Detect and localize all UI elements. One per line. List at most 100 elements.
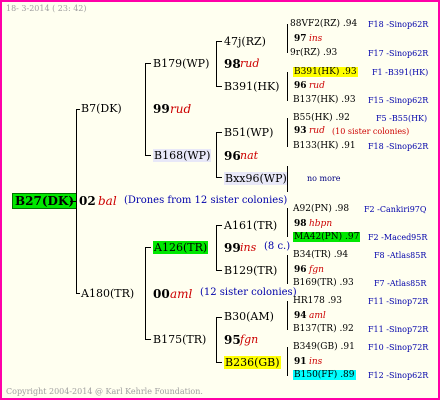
a180-year: 00 xyxy=(153,287,170,301)
queen-a126-label: A126(TR) xyxy=(153,241,209,254)
a161-year: 98 xyxy=(294,219,307,229)
gen4-name: B55(HK) xyxy=(293,113,333,123)
queen-b236-label: B236(GB) xyxy=(224,356,281,369)
a126-year: 99 xyxy=(224,241,241,255)
gen4-row[interactable]: HR178 .93 xyxy=(293,297,342,306)
gen4-val: .97 xyxy=(345,232,360,242)
gen4-sire[interactable]: F18 -Sinop62R xyxy=(368,143,428,151)
gen4-sire[interactable]: F18 -Sinop62R xyxy=(368,21,428,29)
gen4-name: B137(HK) xyxy=(293,95,339,105)
b30-year: 94 xyxy=(294,311,307,321)
gen4-val: .91 xyxy=(340,342,355,352)
gen4-val: .94 xyxy=(333,250,349,260)
root-queen[interactable]: B27(DK) xyxy=(12,193,78,209)
gen4-row[interactable]: B349(GB) .91 xyxy=(293,343,355,352)
root-tag: bal xyxy=(98,194,117,208)
gen4-sire[interactable]: F1 -B391(HK) xyxy=(372,69,428,77)
gen4-name: B133(HK) xyxy=(293,141,339,151)
queen-b30[interactable]: B30(AM) xyxy=(224,311,274,322)
a180-tag: aml xyxy=(170,287,193,301)
connector xyxy=(287,24,288,53)
gen4-val: .93 xyxy=(327,296,343,306)
connector xyxy=(287,255,288,284)
b179-year: 98 xyxy=(224,57,241,71)
connector xyxy=(216,177,222,178)
queen-bxx96-label: Bxx96(WP) xyxy=(224,172,288,185)
gen4-name: HR178 xyxy=(293,296,325,306)
b7-tag: rud xyxy=(170,102,192,116)
connector xyxy=(216,225,217,271)
b129-year: 96 xyxy=(294,265,307,275)
root-note: (Drones from 12 sister colonies) xyxy=(124,195,288,206)
b7-year: 99 xyxy=(153,102,170,116)
gen4-row[interactable]: A92(PN) .98 xyxy=(293,205,349,214)
connector xyxy=(145,247,146,340)
date-stamp: 18- 3-2014 ( 23: 42) xyxy=(6,4,87,13)
gen4-name: B137(TR) xyxy=(293,324,337,334)
queen-b168[interactable]: B168(WP) xyxy=(153,149,212,162)
connector xyxy=(145,339,151,340)
queen-bxx96[interactable]: Bxx96(WP) xyxy=(224,172,288,185)
gen4-name: 88VF2(RZ) xyxy=(290,19,340,29)
gen4-name: B34(TR) xyxy=(293,250,331,260)
gen4-val: .93 xyxy=(342,67,357,77)
connector xyxy=(145,63,146,156)
gen4-sire[interactable]: F7 -Atlas85R xyxy=(374,280,426,288)
a126-note: (8 c.) xyxy=(264,241,291,252)
b30-tag: aml xyxy=(309,311,326,321)
b175-tag: fgn xyxy=(240,333,259,346)
connector xyxy=(216,362,222,363)
connector xyxy=(287,301,288,330)
gen4-sire[interactable]: F17 -Sinop62R xyxy=(368,50,428,58)
root-year: 02 xyxy=(79,194,96,208)
queen-b168-label: B168(WP) xyxy=(153,149,212,162)
connector xyxy=(216,41,217,87)
queen-a180[interactable]: A180(TR) xyxy=(81,288,134,299)
gen4-row[interactable]: B133(HK) .91 xyxy=(293,142,356,151)
queen-a126[interactable]: A126(TR) xyxy=(153,241,209,254)
connector xyxy=(287,347,288,376)
gen4-val: .98 xyxy=(334,204,350,214)
connector xyxy=(145,155,151,156)
a161-tag: hbpn xyxy=(309,219,333,229)
gen4-row[interactable]: B55(HK) .92 xyxy=(293,114,350,123)
gen4-row[interactable]: B137(HK) .93 xyxy=(293,96,356,105)
gen4-sire[interactable]: F5 -B55(HK) xyxy=(376,115,427,123)
gen4-val: .92 xyxy=(339,324,354,334)
gen4-row[interactable]: 88VF2(RZ) .94 xyxy=(290,20,357,29)
queen-b391[interactable]: B391(HK) xyxy=(224,81,279,92)
gen4-row[interactable]: B169(TR) .93 xyxy=(293,279,354,288)
connector xyxy=(287,118,288,147)
queen-47j[interactable]: 47j(RZ) xyxy=(224,36,266,47)
queen-a161[interactable]: A161(TR) xyxy=(224,220,277,231)
gen4-sire[interactable]: F11 -Sinop72R xyxy=(368,326,428,334)
gen4-row[interactable]: 9r(RZ) .93 xyxy=(290,49,337,58)
queen-b179[interactable]: B179(WP) xyxy=(153,58,209,69)
gen4-row[interactable]: MA42(PN) .97 xyxy=(293,232,361,242)
gen4-sire[interactable]: F2 -Cankiri97Q xyxy=(364,206,426,214)
gen4-sire[interactable]: F11 -Sinop72R xyxy=(368,298,428,306)
47j-year: 97 xyxy=(294,34,307,44)
gen4-row[interactable]: B34(TR) .94 xyxy=(293,251,348,260)
gen4-sire[interactable]: F2 -Maced95R xyxy=(368,234,427,242)
gen4-sire[interactable]: F12 -Sinop62R xyxy=(368,372,428,380)
gen4-name: B169(TR) xyxy=(293,278,337,288)
gen4-row[interactable]: B137(TR) .92 xyxy=(293,325,354,334)
queen-b175[interactable]: B175(TR) xyxy=(153,334,206,345)
gen4-val: .93 xyxy=(341,95,356,105)
connector xyxy=(76,109,77,294)
b391-tag: rud xyxy=(309,81,325,91)
gen4-sire[interactable]: F8 -Atlas85R xyxy=(374,252,426,260)
gen4-row[interactable]: B150(FF) .89 xyxy=(293,370,356,380)
gen4-row[interactable]: B391(HK) .93 xyxy=(293,67,358,77)
b175-year: 95 xyxy=(224,333,241,347)
queen-b7[interactable]: B7(DK) xyxy=(81,103,122,114)
queen-b129[interactable]: B129(TR) xyxy=(224,265,277,276)
queen-b51[interactable]: B51(WP) xyxy=(224,127,273,138)
b168-tag: nat xyxy=(240,149,259,162)
queen-b236[interactable]: B236(GB) xyxy=(224,356,281,369)
gen4-name: 9r(RZ) xyxy=(290,48,321,58)
gen4-sire[interactable]: F10 -Sinop72R xyxy=(368,344,428,352)
gen4-sire[interactable]: F15 -Sinop62R xyxy=(368,97,428,105)
b51-tag: rud xyxy=(309,126,325,136)
